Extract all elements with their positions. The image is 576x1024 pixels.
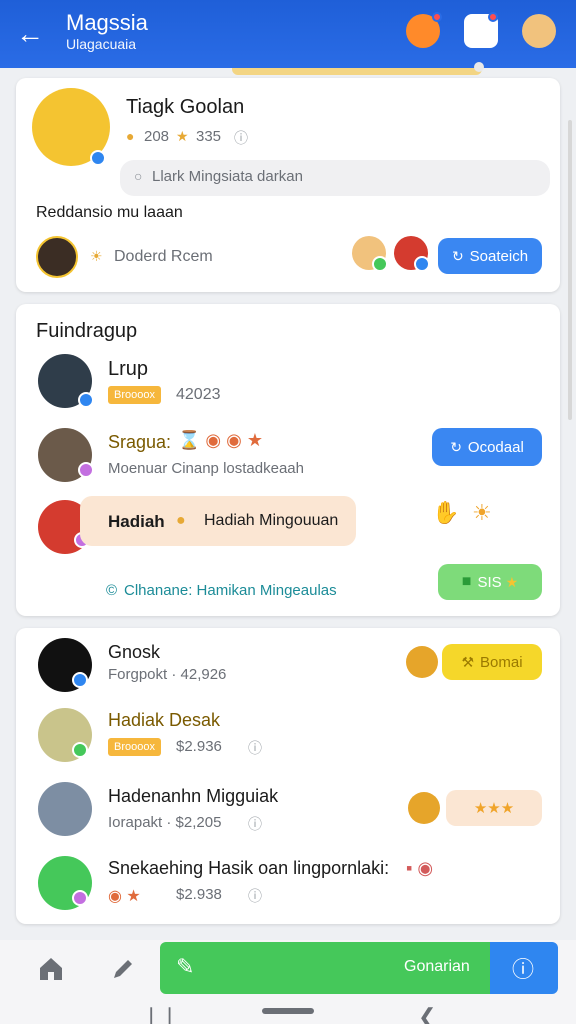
coin-icon: ●	[126, 128, 135, 144]
search-button-label: Soateich	[469, 247, 529, 265]
stat-a: 208	[144, 128, 170, 145]
link-row[interactable]: ○ Llark Mingsiata darkan	[120, 160, 550, 196]
join-button[interactable]: ↻ Ocodaal	[432, 428, 542, 466]
group-item-name-1: Lrup	[108, 358, 149, 380]
group-item-tag-1: Broooox	[108, 386, 161, 404]
info-icon: ⓘ	[512, 957, 535, 982]
sun-icon: ☀	[472, 500, 492, 525]
group-item-name-2: Sragua:	[108, 432, 172, 452]
group-footer-text: Clhanane: Hamikan Mingeaulas	[124, 582, 337, 599]
avatar-icon[interactable]	[522, 14, 556, 48]
primary-action-label: Gonarian	[404, 958, 470, 975]
verified-icon	[78, 392, 94, 408]
list-item-sub-3: Iorapakt · $2,205	[108, 814, 222, 831]
status-icon	[372, 256, 388, 272]
list-item-name-2: Hadiak Desak	[108, 710, 221, 730]
group-card: Fuindragup Lrup Broooox 42023 Sragua: ⌛ …	[16, 304, 560, 616]
hammer-icon: ⚒	[461, 653, 475, 670]
list-action-button[interactable]: ⚒ Bomai	[442, 644, 542, 680]
recent-apps-icon[interactable]: ❘❘	[142, 1004, 179, 1024]
list-item-thumb-1	[406, 646, 438, 678]
tab-indicator-dot	[474, 62, 484, 72]
profile-card: Tiagk Goolan ● 208 ★ 335 ⓘ ○ Llark Mings…	[16, 78, 560, 292]
app-bar: ← Magssia Ulagacuaia	[0, 0, 576, 68]
list-item-name-4: Snekaehing Hasik oan lingpornlaki:	[108, 858, 390, 878]
notification-badge	[488, 12, 498, 22]
back-nav-icon[interactable]: ❮	[418, 1004, 436, 1024]
scrollbar[interactable]	[568, 120, 572, 420]
refresh-icon: ↻	[450, 438, 462, 455]
badge-icons: ◉ ★	[108, 888, 141, 905]
list-item-name-1: Gnosk	[108, 642, 161, 662]
list-item-tag-2: Broooox	[108, 738, 161, 756]
list-item-value-4: $2.938	[176, 886, 222, 903]
app-title: Magssia	[66, 10, 148, 35]
status-icon	[72, 742, 88, 758]
search-icon: ↻	[451, 247, 464, 264]
status-icon	[72, 890, 88, 906]
star-icon: ★★★	[473, 800, 515, 817]
star-icon: ★	[505, 573, 519, 590]
join-button-label: Ocodaal	[467, 438, 524, 456]
home-icon[interactable]	[36, 954, 66, 984]
profile-name: Tiagk Goolan	[126, 96, 245, 118]
room-label: Doderd Rcem	[114, 248, 213, 265]
hand-icon: ✋	[432, 500, 460, 525]
search-button[interactable]: ↻ Soateich	[438, 238, 542, 274]
back-arrow-icon[interactable]: ←	[16, 18, 48, 50]
list-action-label: Bomai	[480, 653, 523, 671]
group-item-name-3: Hadiah	[108, 512, 165, 531]
profile-description: Reddansio mu laaan	[36, 204, 183, 221]
verified-icon	[90, 150, 106, 166]
link-text: Llark Mingsiata darkan	[152, 168, 303, 185]
coin-icon: ●	[176, 512, 186, 529]
link-icon: ○	[134, 168, 143, 184]
status-icon	[414, 256, 430, 272]
sun-icon: ☀	[90, 248, 103, 264]
footer-icon: ©	[106, 582, 118, 599]
group-item-desc-2: Moenuar Cinanp lostadkeaah	[108, 460, 304, 477]
group-item-value-1: 42023	[176, 386, 221, 403]
list-item-value-2: $2.936	[176, 738, 222, 755]
home-pill[interactable]	[262, 1008, 314, 1014]
list-item-thumb-3	[408, 792, 440, 824]
stars-rating: ★★★	[446, 790, 542, 826]
list-item-sub-1: Forgpokt · 42,926	[108, 666, 227, 683]
verified-icon	[72, 672, 88, 688]
app-subtitle: Ulagacuaia	[66, 36, 137, 52]
pen-icon: ✎	[176, 954, 195, 979]
tab-indicator	[232, 68, 482, 75]
emoji-icons: ⌛ ◉ ◉ ★	[178, 430, 263, 450]
star-icon: ★	[176, 128, 189, 144]
member-avatar[interactable]	[36, 236, 78, 278]
list-card: Gnosk Forgpokt · 42,926 ⚒ Bomai Hadiak D…	[16, 628, 560, 924]
edit-icon[interactable]	[108, 954, 138, 984]
group-item-desc-3: Hadiah Mingouuan	[204, 512, 339, 529]
list-item-avatar-3[interactable]	[38, 782, 92, 836]
gift-icon: ■	[461, 573, 472, 590]
info-icon: ⓘ	[248, 740, 262, 756]
gift-badge[interactable]: ■ SIS ★	[438, 564, 542, 600]
info-icon: ⓘ	[234, 130, 248, 146]
notification-badge	[432, 12, 442, 22]
group-title: Fuindragup	[36, 320, 138, 342]
box-icon: ▪ ◉	[406, 858, 434, 878]
info-icon: ⓘ	[248, 816, 262, 832]
stat-b: 335	[196, 128, 222, 145]
gift-badge-label: SIS	[477, 573, 502, 591]
list-item-name-3: Hadenanhn Migguiak	[108, 786, 279, 806]
status-icon	[78, 462, 94, 478]
info-icon: ⓘ	[248, 888, 262, 904]
